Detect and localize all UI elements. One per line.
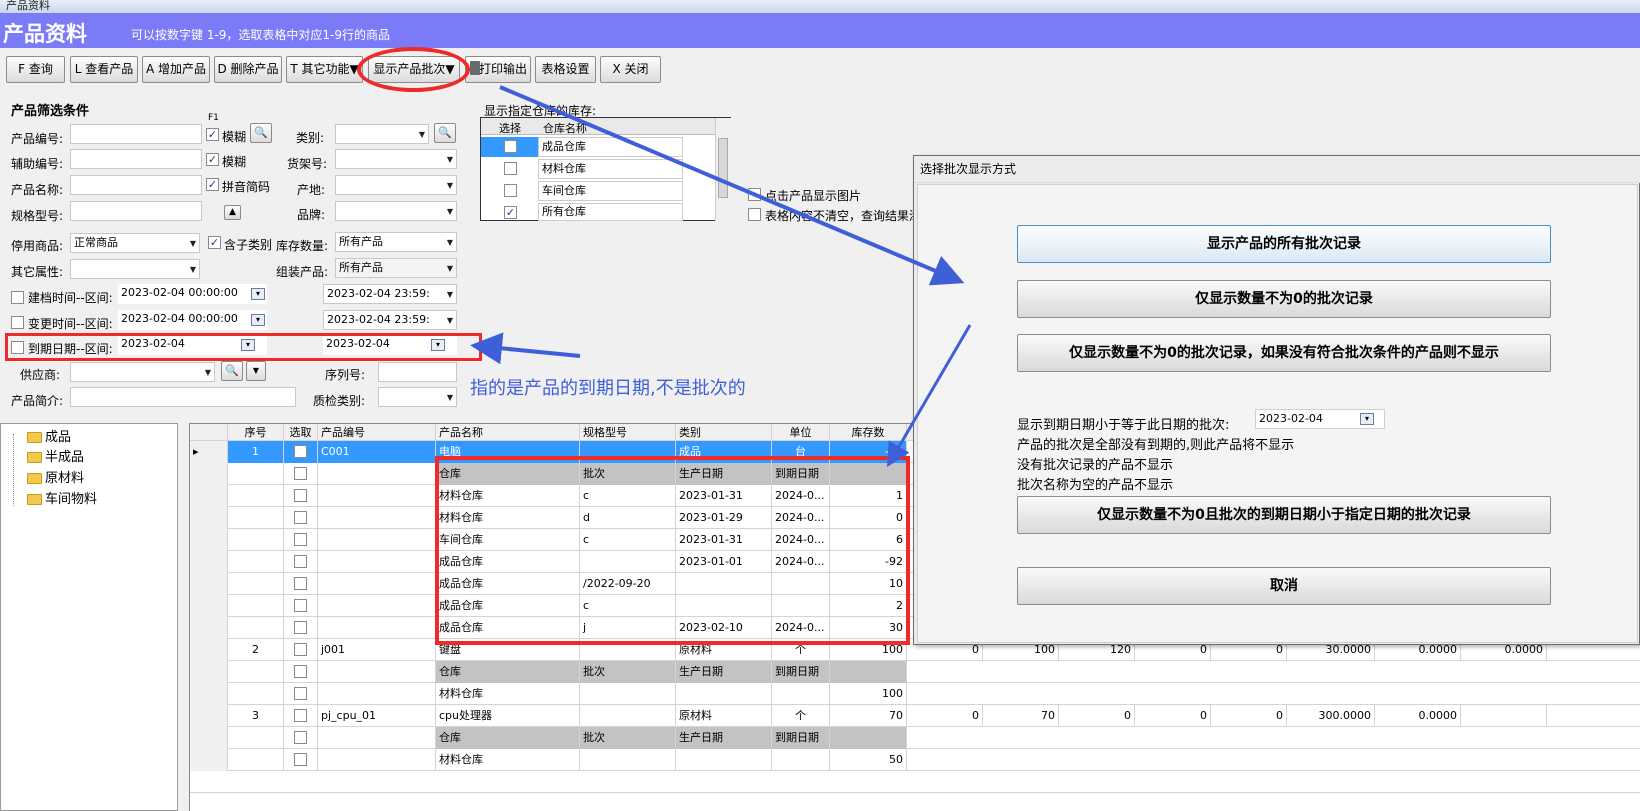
arrow-to-batches (886, 324, 972, 468)
arrow-to-expiry (470, 332, 581, 365)
annotation-arrows (470, 85, 972, 468)
arrow-to-dialog (499, 85, 965, 286)
